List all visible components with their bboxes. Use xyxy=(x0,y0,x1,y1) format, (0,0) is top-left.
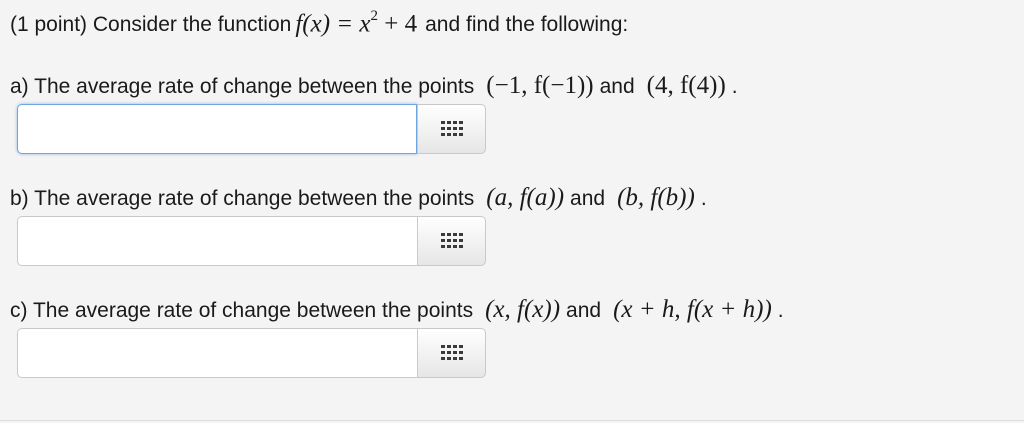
part-c-period: . xyxy=(777,299,784,322)
problem-statement: (1 point) Consider the function f(x) = x… xyxy=(10,8,629,38)
answer-b-input[interactable] xyxy=(17,216,417,266)
part-c-label: c) The average rate of change between th… xyxy=(10,299,474,322)
part-b-period: . xyxy=(700,187,707,210)
keypad-grid-icon xyxy=(440,121,463,136)
part-b-and: and xyxy=(570,187,606,210)
part-a-label: a) The average rate of change between th… xyxy=(10,75,475,98)
part-c-prompt: c) The average rate of change between th… xyxy=(10,296,784,324)
keypad-grid-icon xyxy=(440,233,463,248)
function-expression: f(x) = x2 + 4 xyxy=(295,8,418,38)
bottom-divider xyxy=(0,420,1024,421)
keypad-grid-icon xyxy=(440,345,463,360)
part-a-point-2: (4, f(4)) xyxy=(646,72,726,99)
part-c-point-2: (x + h, f(x + h)) xyxy=(613,296,772,323)
problem-prefix: (1 point) Consider the function xyxy=(10,13,292,37)
answer-b-keypad-button[interactable] xyxy=(417,216,486,266)
answer-c-input[interactable] xyxy=(17,328,417,378)
part-b-point-1: (a, f(a)) xyxy=(486,184,565,211)
part-b-label: b) The average rate of change between th… xyxy=(10,187,475,210)
part-c-point-1: (x, f(x)) xyxy=(485,296,561,323)
answer-b xyxy=(17,216,487,268)
answer-c xyxy=(17,328,487,380)
part-a-period: . xyxy=(731,75,738,98)
answer-a-input[interactable] xyxy=(17,104,417,154)
part-b-point-2: (b, f(b)) xyxy=(617,184,695,211)
problem-suffix: and find the following: xyxy=(425,13,629,37)
part-c-and: and xyxy=(566,299,602,322)
part-b-prompt: b) The average rate of change between th… xyxy=(10,184,707,212)
answer-a-keypad-button[interactable] xyxy=(417,104,486,154)
part-a-and: and xyxy=(599,75,635,98)
answer-c-keypad-button[interactable] xyxy=(417,328,486,378)
answer-a xyxy=(17,104,487,156)
part-a-prompt: a) The average rate of change between th… xyxy=(10,72,738,100)
part-a-point-1: (−1, f(−1)) xyxy=(486,72,594,99)
